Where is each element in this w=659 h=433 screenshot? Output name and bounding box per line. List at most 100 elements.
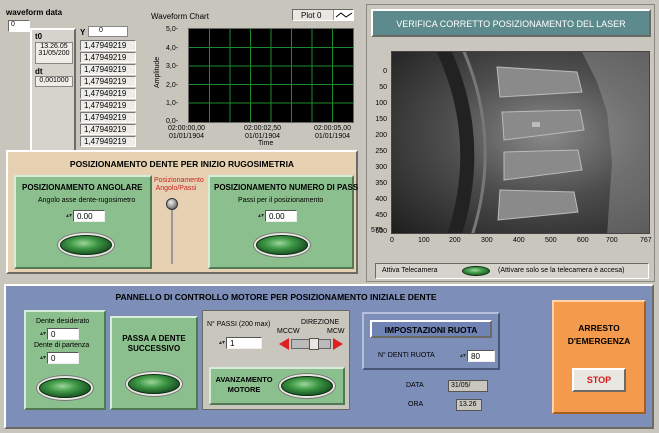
camera-y-tick: 450 <box>375 212 387 219</box>
camera-y-tick: 150 <box>375 116 387 123</box>
camera-y-tick: 0 <box>383 68 387 75</box>
y-label: Y <box>80 28 86 37</box>
advance-motor-button[interactable] <box>281 376 333 396</box>
y-tick: 2,0- <box>166 82 179 89</box>
camera-x-tick: 0 <box>390 237 394 244</box>
x-tick: 02:00:05,00 01/01/1904 <box>314 125 351 141</box>
y-value-cell: 1,47949219 <box>80 124 136 135</box>
waveform-time-panel: t0 13.26.05 31/05/200 dt 0,001000 <box>30 28 76 152</box>
arrow-left-icon <box>279 338 289 350</box>
time-value: 13.26 <box>459 401 477 408</box>
y-value-cell: 1,47949219 <box>80 136 136 147</box>
direction-slider-thumb <box>309 338 319 350</box>
time-label: ORA <box>408 401 424 408</box>
steps-spinner[interactable]: ▴▾ <box>258 210 264 222</box>
angular-spinner[interactable]: ▴▾ <box>66 210 72 222</box>
emergency-panel: ARRESTO D'EMERGENZA STOP <box>552 300 646 414</box>
y-tick: 3,0- <box>166 63 179 70</box>
y-value-cell: 1,47949219 <box>80 52 136 63</box>
y-value-cell: 1,47949219 <box>80 112 136 123</box>
gear-teeth-image <box>436 52 649 233</box>
motor-steps-panel: N° PASSI (200 max) ▴▾ 1 DIREZIONE MCCW M… <box>202 310 350 410</box>
camera-image[interactable] <box>391 51 650 234</box>
y-tick: 5,0- <box>166 26 179 33</box>
camera-x-tick: 200 <box>449 237 461 244</box>
chart-grid <box>189 29 353 122</box>
steps-field-label: Passi per il posizionamento <box>238 197 324 204</box>
x-tick-time: 02:00:02,50 <box>244 125 281 132</box>
direction-switch[interactable] <box>279 338 343 350</box>
wheel-settings-header: IMPOSTAZIONI RUOTA <box>370 320 492 338</box>
angle-steps-switch[interactable] <box>166 198 178 210</box>
dt-value: 0,001000 <box>39 77 69 84</box>
plot-legend[interactable]: Plot 0 <box>292 9 354 21</box>
date-label: DATA <box>406 382 424 389</box>
teeth-count-spinner[interactable]: ▴▾ <box>460 350 466 362</box>
camera-y-tick: 350 <box>375 180 387 187</box>
start-tooth-input[interactable]: 0 <box>47 352 79 364</box>
dt-label: dt <box>35 67 43 76</box>
stop-label: STOP <box>586 375 612 385</box>
dt-field[interactable]: 0,001000 <box>35 76 73 87</box>
desired-tooth-input[interactable]: 0 <box>47 328 79 340</box>
switch-stem <box>171 210 173 264</box>
y-index-control[interactable]: 0 <box>88 26 128 37</box>
camera-x-tick: 100 <box>418 237 430 244</box>
t0-field[interactable]: 13.26.05 31/05/200 <box>35 42 73 64</box>
steps-panel: POSIZIONAMENTO NUMERO DI PASS Passi per … <box>208 175 358 269</box>
y-index-value: 0 <box>99 27 103 34</box>
camera-y-tick: 100 <box>375 100 387 107</box>
camera-x-tick: 600 <box>577 237 589 244</box>
plot-legend-label: Plot 0 <box>301 11 322 20</box>
chart-canvas[interactable] <box>188 28 354 123</box>
positioning-panel: POSIZIONAMENTO DENTE PER INIZIO RUGOSIME… <box>6 150 358 274</box>
angular-go-button[interactable] <box>60 235 112 255</box>
y-value-cell: 1,47949219 <box>80 88 136 99</box>
date-indicator: 31/05/ <box>448 380 488 392</box>
camera-x-tick: 767 <box>640 237 652 244</box>
teeth-count-input[interactable]: 80 <box>467 350 495 362</box>
camera-panel: VERIFICA CORRETTO POSIZIONAMENTO DEL LAS… <box>366 4 655 282</box>
switch-label: Posizionamento Angolo/Passi <box>154 177 204 192</box>
angular-title: POSIZIONAMENTO ANGOLARE <box>22 183 143 192</box>
arrow-right-icon <box>333 338 343 350</box>
mccw-label: MCCW <box>277 328 300 335</box>
next-tooth-panel: PASSA A DENTE SUCCESSIVO <box>110 316 198 410</box>
desired-tooth-label: Dente desiderato <box>36 318 90 325</box>
steps-input[interactable]: 0.00 <box>265 210 297 222</box>
camera-y-tick: 400 <box>375 196 387 203</box>
motor-steps-spinner[interactable]: ▴▾ <box>219 337 225 349</box>
chart-ylabel: Amplitude <box>154 56 161 88</box>
direction-label: DIREZIONE <box>301 319 340 326</box>
angular-input[interactable]: 0.00 <box>73 210 105 222</box>
camera-y-tick-max: 575 <box>371 227 383 234</box>
waveform-chart: Waveform Chart Plot 0 Amplitude 5,0- 4,0… <box>146 6 360 148</box>
set-tooth-button[interactable] <box>39 378 91 398</box>
next-tooth-button[interactable] <box>128 374 180 394</box>
camera-y-tick: 200 <box>375 132 387 139</box>
desired-tooth-spinner[interactable]: ▴▾ <box>40 328 46 340</box>
tooth-selector-panel: Dente desiderato ▴▾ 0 Dente di partenza … <box>24 310 106 410</box>
y-tick: 4,0- <box>166 45 179 52</box>
start-tooth-label: Dente di partenza <box>34 342 90 349</box>
camera-enable-label: Attiva Telecamera <box>382 267 438 274</box>
camera-y-axis: 0 50 100 150 200 250 300 350 400 450 500… <box>367 45 389 240</box>
x-tick: 02:00:02,50 01/01/1904 <box>244 125 281 141</box>
y-value-cell: 1,47949219 <box>80 100 136 111</box>
waveform-data-cluster: waveform data 0 t0 13.26.05 31/05/200 dt… <box>4 6 144 152</box>
camera-enable-toggle[interactable] <box>462 266 490 276</box>
camera-x-axis: 0 100 200 300 400 500 600 700 767 <box>387 235 655 247</box>
camera-y-tick: 300 <box>375 164 387 171</box>
emergency-title: ARRESTO D'EMERGENZA <box>567 323 631 346</box>
motor-panel-title: PANNELLO DI CONTROLLO MOTORE PER POSIZIO… <box>115 292 437 302</box>
camera-x-tick: 400 <box>513 237 525 244</box>
teeth-count-label: N° DENTI RUOTA <box>378 352 435 359</box>
steps-go-button[interactable] <box>256 235 308 255</box>
camera-x-tick: 500 <box>545 237 557 244</box>
stop-button[interactable]: STOP <box>572 368 626 392</box>
t0-time: 13.26.05 <box>40 43 68 50</box>
waveform-index-box[interactable]: 0 <box>8 20 30 32</box>
y-value-cell: 1,47949219 <box>80 40 136 51</box>
start-tooth-spinner[interactable]: ▴▾ <box>40 352 46 364</box>
motor-steps-input[interactable]: 1 <box>226 337 262 349</box>
